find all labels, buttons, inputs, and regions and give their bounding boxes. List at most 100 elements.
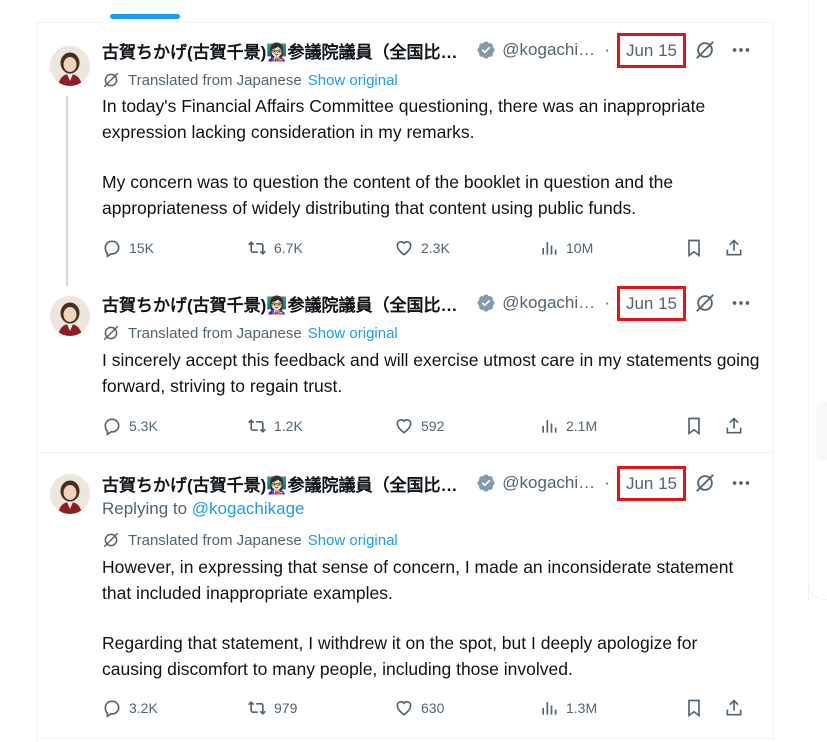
repost-button[interactable]: 1.2K: [247, 416, 394, 436]
avatar[interactable]: [50, 46, 90, 86]
share-icon: [726, 699, 742, 716]
heart-icon: [396, 700, 412, 716]
bookmark-button[interactable]: [684, 698, 724, 718]
show-original-link[interactable]: Show original: [308, 532, 398, 549]
action-bar: 3.2K 979 630 1.3M: [102, 696, 762, 720]
reply-count: 5.3K: [129, 418, 158, 434]
translate-icon: [103, 325, 119, 341]
replying-handle-link[interactable]: @kogachikage: [192, 499, 305, 518]
more-icon[interactable]: [730, 39, 752, 61]
repost-button[interactable]: 979: [247, 698, 394, 718]
tweet-text: However, in expressing that sense of con…: [102, 555, 762, 682]
retweet-icon: [248, 418, 266, 434]
views-chart-icon: [542, 702, 557, 715]
reply-button[interactable]: 5.3K: [102, 416, 247, 436]
like-button[interactable]: 592: [394, 416, 539, 436]
more-icon[interactable]: [730, 472, 752, 494]
repost-count: 979: [274, 700, 298, 716]
reply-button[interactable]: 3.2K: [102, 698, 247, 718]
views-button[interactable]: 10M: [539, 238, 684, 258]
retweet-icon: [248, 700, 266, 716]
bookmark-icon: [688, 239, 700, 258]
tweet-paragraph: I sincerely accept this feedback and wil…: [102, 350, 760, 396]
tweet-paragraph: However, in expressing that sense of con…: [102, 557, 734, 603]
translated-label: Translated from Japanese: [128, 71, 302, 89]
translate-icon: [103, 532, 119, 548]
like-count: 592: [421, 418, 445, 434]
repost-count: 1.2K: [274, 418, 303, 434]
author-handle[interactable]: @kogachikage: [502, 40, 600, 60]
grok-icon[interactable]: [694, 292, 716, 314]
tweet-date[interactable]: Jun 15: [616, 32, 686, 68]
translation-notice: Translated from Japanese Show original: [102, 70, 398, 90]
reply-icon: [104, 418, 120, 436]
avatar[interactable]: [50, 474, 90, 514]
tweet-date[interactable]: Jun 15: [616, 285, 686, 321]
bookmark-icon: [688, 699, 700, 718]
like-button[interactable]: 630: [394, 698, 539, 718]
views-count: 10M: [566, 240, 594, 256]
views-count: 2.1M: [566, 418, 598, 434]
like-count: 630: [421, 700, 445, 716]
action-bar: 15K 6.7K 2.3K 10M: [102, 236, 762, 260]
right-sidebar-card: [816, 402, 827, 460]
show-original-link[interactable]: Show original: [308, 325, 398, 342]
share-button[interactable]: [724, 416, 754, 436]
share-button[interactable]: [724, 698, 754, 718]
views-button[interactable]: 2.1M: [539, 416, 684, 436]
bookmark-button[interactable]: [684, 416, 724, 436]
page: 古賀ちかげ(古賀千景)👩🏻‍🏫参議院議員（全国比例） @kogachikage …: [0, 0, 827, 742]
share-icon: [726, 239, 742, 256]
like-button[interactable]: 2.3K: [394, 238, 539, 258]
separator-dot: ·: [604, 293, 610, 312]
separator-dot: ·: [604, 40, 610, 59]
translation-notice: Translated from Japanese Show original: [102, 530, 398, 550]
verified-badge-icon: [477, 474, 495, 492]
bookmark-icon: [688, 417, 700, 436]
translated-label: Translated from Japanese: [128, 531, 302, 549]
separator-dot: ·: [604, 473, 610, 492]
author-name[interactable]: 古賀ちかげ(古賀千景)👩🏻‍🏫参議院議員（全国比例）: [102, 471, 470, 496]
translation-notice: Translated from Japanese Show original: [102, 323, 398, 343]
more-icon[interactable]: [730, 292, 752, 314]
bookmark-button[interactable]: [684, 238, 724, 258]
repost-button[interactable]: 6.7K: [247, 238, 394, 258]
reply-count: 3.2K: [129, 700, 158, 716]
share-icon: [726, 417, 742, 434]
tweet-text: In today's Financial Affairs Committee q…: [102, 94, 762, 221]
views-chart-icon: [542, 242, 557, 255]
grok-icon[interactable]: [694, 472, 716, 494]
divider: [36, 738, 774, 739]
tweet-header: 古賀ちかげ(古賀千景)👩🏻‍🏫参議院議員（全国比例） @kogachikage …: [102, 285, 752, 321]
action-bar: 5.3K 1.2K 592 2.1M: [102, 414, 762, 438]
replying-to: Replying to @kogachikage: [102, 499, 305, 519]
author-name[interactable]: 古賀ちかげ(古賀千景)👩🏻‍🏫参議院議員（全国比例）: [102, 291, 470, 316]
heart-icon: [396, 240, 412, 256]
tweet-2[interactable]: 古賀ちかげ(古賀千景)👩🏻‍🏫参議院議員（全国比例） @kogachikage …: [36, 276, 774, 452]
avatar[interactable]: [50, 296, 90, 336]
share-button[interactable]: [724, 238, 754, 258]
reply-button[interactable]: 15K: [102, 238, 247, 258]
tweet-paragraph: Regarding that statement, I withdrew it …: [102, 633, 698, 679]
retweet-icon: [248, 240, 266, 256]
author-handle[interactable]: @kogachikage: [502, 293, 600, 313]
right-sidebar-edge: [808, 0, 827, 600]
show-original-link[interactable]: Show original: [308, 72, 398, 89]
tweet-1[interactable]: 古賀ちかげ(古賀千景)👩🏻‍🏫参議院議員（全国比例） @kogachikage …: [36, 22, 774, 286]
like-count: 2.3K: [421, 240, 450, 256]
grok-icon[interactable]: [694, 39, 716, 61]
replying-prefix: Replying to: [102, 499, 188, 518]
heart-icon: [396, 418, 412, 434]
author-name[interactable]: 古賀ちかげ(古賀千景)👩🏻‍🏫参議院議員（全国比例）: [102, 38, 470, 63]
views-button[interactable]: 1.3M: [539, 698, 684, 718]
author-handle[interactable]: @kogachikage: [502, 473, 600, 493]
translated-label: Translated from Japanese: [128, 324, 302, 342]
tweet-3[interactable]: 古賀ちかげ(古賀千景)👩🏻‍🏫参議院議員（全国比例） @kogachikage …: [36, 453, 774, 738]
translate-icon: [103, 72, 119, 88]
tweet-paragraph: My concern was to question the content o…: [102, 172, 674, 218]
tweet-paragraph: In today's Financial Affairs Committee q…: [102, 96, 706, 142]
repost-count: 6.7K: [274, 240, 303, 256]
tweet-date[interactable]: Jun 15: [616, 465, 686, 501]
reply-count: 15K: [129, 240, 154, 256]
tweet-header: 古賀ちかげ(古賀千景)👩🏻‍🏫参議院議員（全国比例） @kogachikage …: [102, 465, 752, 501]
